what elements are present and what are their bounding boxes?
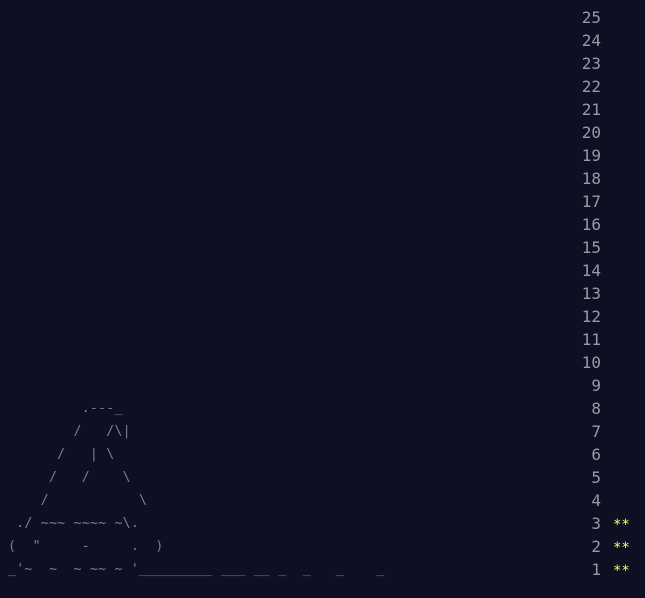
day-number: 4 [591,491,601,510]
day-9: 9 [520,374,645,397]
art-line: / / \ [8,470,131,485]
day-number: 17 [581,192,601,211]
day-number: 24 [581,31,601,50]
day-10: 10 [520,351,645,374]
day-number: 14 [581,261,601,280]
art-line: ( " - . ) [8,539,164,554]
day-number: 16 [581,215,601,234]
day-15: 15 [520,236,645,259]
day-16: 16 [520,213,645,236]
day-number: 10 [581,353,601,372]
art-line: .---_ [8,401,123,416]
day-number: 23 [581,54,601,73]
day-number: 12 [581,307,601,326]
day-20: 20 [520,121,645,144]
day-number: 9 [591,376,601,395]
day-number: 13 [581,284,601,303]
day-23: 23 [520,52,645,75]
day-number: 21 [581,100,601,119]
art-line: / \ [8,493,148,508]
day-number: 15 [581,238,601,257]
day-number: 3 [591,514,601,533]
day-18: 18 [520,167,645,190]
day-8: 8 [520,397,645,420]
day-stars: ** [613,563,630,579]
day-4: 4 [520,489,645,512]
day-number: 2 [591,537,601,556]
day-13: 13 [520,282,645,305]
day-12: 12 [520,305,645,328]
ascii-art: .---_ / /\| / | \ / / \ / \ ./ ~~~ ~~~~ … [8,0,568,598]
day-number: 8 [591,399,601,418]
day-stars: ** [613,517,630,533]
day-number: 18 [581,169,601,188]
art-line: ./ ~~~ ~~~~ ~\. [8,516,140,531]
day-number: 6 [591,445,601,464]
day-number: 20 [581,123,601,142]
day-stars: ** [613,540,630,556]
day-25: 25 [520,6,645,29]
art-line: / /\| [8,424,131,439]
day-number: 1 [591,560,601,579]
day-21: 21 [520,98,645,121]
day-7: 7 [520,420,645,443]
day-number: 7 [591,422,601,441]
day-1[interactable]: 1 ** [520,558,645,581]
day-19: 19 [520,144,645,167]
advent-calendar: .---_ / /\| / | \ / / \ / \ ./ ~~~ ~~~~ … [0,0,645,598]
art-line: / | \ [8,447,115,462]
day-5: 5 [520,466,645,489]
day-6: 6 [520,443,645,466]
day-number: 19 [581,146,601,165]
day-14: 14 [520,259,645,282]
day-number: 25 [581,8,601,27]
day-22: 22 [520,75,645,98]
day-3[interactable]: 3 ** [520,512,645,535]
day-number: 11 [581,330,601,349]
day-2[interactable]: 2 ** [520,535,645,558]
day-number: 22 [581,77,601,96]
day-17: 17 [520,190,645,213]
art-line: _'~ ~ ~ ~~ ~ '_________ ___ __ _ _ _ _ [8,562,385,577]
day-24: 24 [520,29,645,52]
day-11: 11 [520,328,645,351]
day-number: 5 [591,468,601,487]
